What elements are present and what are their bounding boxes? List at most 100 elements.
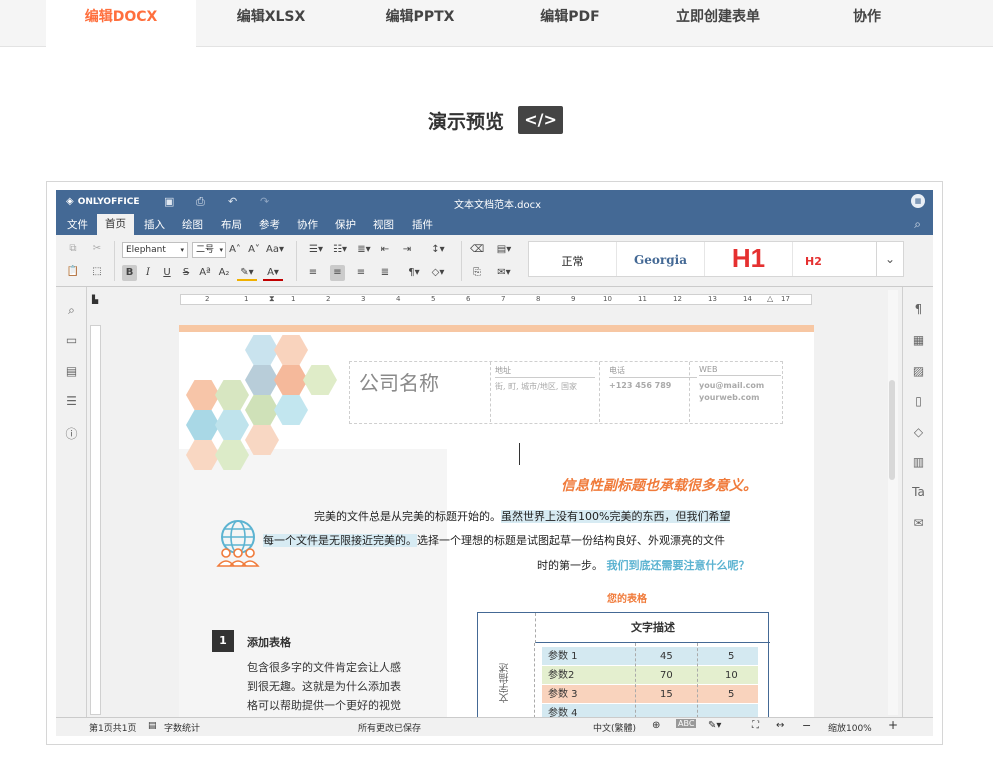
color-scheme-icon[interactable]: ▤▾ xyxy=(494,242,514,258)
menu-plugins[interactable]: 插件 xyxy=(412,217,433,232)
menu-collaborate[interactable]: 协作 xyxy=(297,217,318,232)
track-changes-icon[interactable]: ✎▾ xyxy=(708,720,721,731)
shading-icon[interactable]: ◇▾ xyxy=(428,265,448,281)
undo-icon[interactable]: ↶ xyxy=(228,195,237,208)
highlight-color-icon[interactable]: ✎▾ xyxy=(237,265,257,281)
increase-indent-icon[interactable]: ⇥ xyxy=(400,242,414,258)
word-count-button[interactable]: 字数统计 xyxy=(164,721,200,734)
superscript-button[interactable]: Aª xyxy=(199,265,211,281)
about-icon[interactable]: ⓘ xyxy=(56,425,87,442)
chart-settings-icon[interactable]: ▥ xyxy=(903,455,933,469)
text-art-icon[interactable]: Ta xyxy=(903,485,933,499)
style-h2[interactable]: H2 xyxy=(793,242,877,276)
menu-file[interactable]: 文件 xyxy=(67,217,88,232)
align-left-icon[interactable]: ≡ xyxy=(306,265,320,281)
user-avatar[interactable]: ▦ xyxy=(911,194,925,208)
navigation-icon[interactable]: ☰ xyxy=(56,394,87,408)
mail-merge-icon[interactable]: ✉▾ xyxy=(494,265,514,281)
tab-edit-pptx[interactable]: 编辑PPTX xyxy=(345,0,495,47)
line-spacing-icon[interactable]: ↕▾ xyxy=(428,242,448,258)
increase-font-icon[interactable]: A˄ xyxy=(229,242,241,258)
clear-style-icon[interactable]: ⌫ xyxy=(470,242,484,258)
bold-button[interactable]: B xyxy=(122,265,137,281)
vertical-ruler[interactable] xyxy=(90,325,101,715)
italic-button[interactable]: I xyxy=(142,265,154,281)
paste-icon[interactable]: 📋 xyxy=(66,264,80,280)
indent-marker-icon[interactable]: ⧗ xyxy=(269,295,275,303)
copy-style-icon[interactable]: ⎘ xyxy=(470,265,484,281)
tab-collaboration[interactable]: 协作 xyxy=(792,0,942,47)
right-indent-icon[interactable]: △ xyxy=(767,295,773,303)
paragraph-settings-icon[interactable]: ¶ xyxy=(903,302,933,316)
decrease-indent-icon[interactable]: ⇤ xyxy=(378,242,392,258)
tab-edit-docx[interactable]: 编辑DOCX xyxy=(46,0,196,47)
style-normal[interactable]: 正常 xyxy=(529,242,617,276)
print-icon[interactable]: ⎙ xyxy=(196,195,205,209)
cut-icon[interactable]: ✂ xyxy=(90,241,104,257)
fit-page-icon[interactable]: ⛶ xyxy=(752,720,759,731)
menu-insert[interactable]: 插入 xyxy=(144,217,165,232)
font-name-select[interactable]: Elephant ▾ xyxy=(122,242,188,258)
align-center-icon[interactable]: ≡ xyxy=(330,265,345,281)
decrease-font-icon[interactable]: A˅ xyxy=(248,242,260,258)
mail-merge-icon[interactable]: ✉ xyxy=(903,516,933,530)
header-footer-icon[interactable]: ▯ xyxy=(903,394,933,408)
data-table[interactable]: 文字描述 文字描述 参数 1 45 5 参数2 70 10 参数 3 15 5 参数 4 xyxy=(477,612,770,717)
menu-layout[interactable]: 布局 xyxy=(221,217,242,232)
styles-expand-button[interactable]: ⌄ xyxy=(876,241,904,277)
document-page[interactable]: 公司名称 地址 街, 町, 城市/地区, 国家 电话 +123 456 789 … xyxy=(179,325,814,717)
copy-icon[interactable]: ⧉ xyxy=(66,241,80,257)
menu-references[interactable]: 参考 xyxy=(259,217,280,232)
change-case-icon[interactable]: Aa▾ xyxy=(265,242,285,258)
word-count-icon[interactable]: ▤ xyxy=(148,721,157,731)
ruler-number: 5 xyxy=(431,295,436,303)
vertical-scrollbar[interactable] xyxy=(888,290,898,715)
image-settings-icon[interactable]: ▨ xyxy=(903,364,933,378)
right-panel: ¶ ▦ ▨ ▯ ◇ ▥ Ta ✉ xyxy=(902,287,933,717)
search-icon[interactable]: ⌕ xyxy=(914,217,921,232)
numbered-list-icon[interactable]: ☷▾ xyxy=(330,242,350,258)
menu-protect[interactable]: 保护 xyxy=(335,217,356,232)
shape-settings-icon[interactable]: ◇ xyxy=(903,425,933,439)
tab-stop-icon[interactable]: ▙ xyxy=(92,295,98,304)
justify-icon[interactable]: ≣ xyxy=(378,265,392,281)
fit-width-icon[interactable]: ↔ xyxy=(776,720,784,731)
search-icon[interactable]: ⌕ xyxy=(56,303,87,318)
bullet-list-icon[interactable]: ☰▾ xyxy=(306,242,326,258)
style-georgia[interactable]: Georgia xyxy=(617,242,705,276)
menu-view[interactable]: 视图 xyxy=(373,217,394,232)
style-h1[interactable]: H1 xyxy=(705,242,793,276)
paragraph-marks-icon[interactable]: ¶▾ xyxy=(404,265,424,281)
font-size-select[interactable]: 二号 ▾ xyxy=(192,242,226,258)
strikethrough-button[interactable]: S xyxy=(180,265,192,281)
redo-icon[interactable]: ↷ xyxy=(260,195,269,208)
zoom-out-icon[interactable]: − xyxy=(802,719,811,732)
zoom-in-icon[interactable]: + xyxy=(888,718,898,732)
save-icon[interactable]: ▣ xyxy=(164,195,174,208)
paragraph-line-2: 每一个文件是无限接近完美的。选择一个理想的标题是试图起草一份结构良好、外观漂亮的… xyxy=(263,532,725,548)
table-settings-icon[interactable]: ▦ xyxy=(903,333,933,347)
underline-button[interactable]: U xyxy=(161,265,173,281)
horizontal-ruler[interactable]: 2 1 ⧗ 1 2 3 4 5 6 7 8 9 10 11 12 13 14 △… xyxy=(180,294,812,305)
font-color-icon[interactable]: A▾ xyxy=(263,265,283,281)
tab-create-form[interactable]: 立即创建表单 xyxy=(643,0,793,47)
page-indicator[interactable]: 第1页共1页 xyxy=(89,721,136,734)
table-side-text: 文字描述 xyxy=(500,663,511,703)
select-all-icon[interactable]: ⬚ xyxy=(90,264,104,280)
table-row: 参数 3 15 5 xyxy=(542,685,758,704)
tab-edit-pdf[interactable]: 编辑PDF xyxy=(495,0,645,47)
scrollbar-thumb[interactable] xyxy=(889,380,895,480)
multilevel-list-icon[interactable]: ≣▾ xyxy=(354,242,374,258)
embed-code-button[interactable]: </> xyxy=(518,106,564,134)
menu-draw[interactable]: 绘图 xyxy=(182,217,203,232)
menu-home[interactable]: 首页 xyxy=(97,214,134,235)
tab-edit-xlsx[interactable]: 编辑XLSX xyxy=(196,0,346,47)
subscript-button[interactable]: A₂ xyxy=(218,265,230,281)
globe-icon[interactable]: ⊕ xyxy=(652,720,660,731)
language-select[interactable]: 中文(繁體) xyxy=(593,721,636,734)
comments-icon[interactable]: ▭ xyxy=(56,333,87,347)
align-right-icon[interactable]: ≡ xyxy=(354,265,368,281)
zoom-level[interactable]: 缩放100% xyxy=(828,721,872,734)
spellcheck-icon[interactable]: ABC xyxy=(676,719,697,728)
chat-icon[interactable]: ▤ xyxy=(56,364,87,378)
